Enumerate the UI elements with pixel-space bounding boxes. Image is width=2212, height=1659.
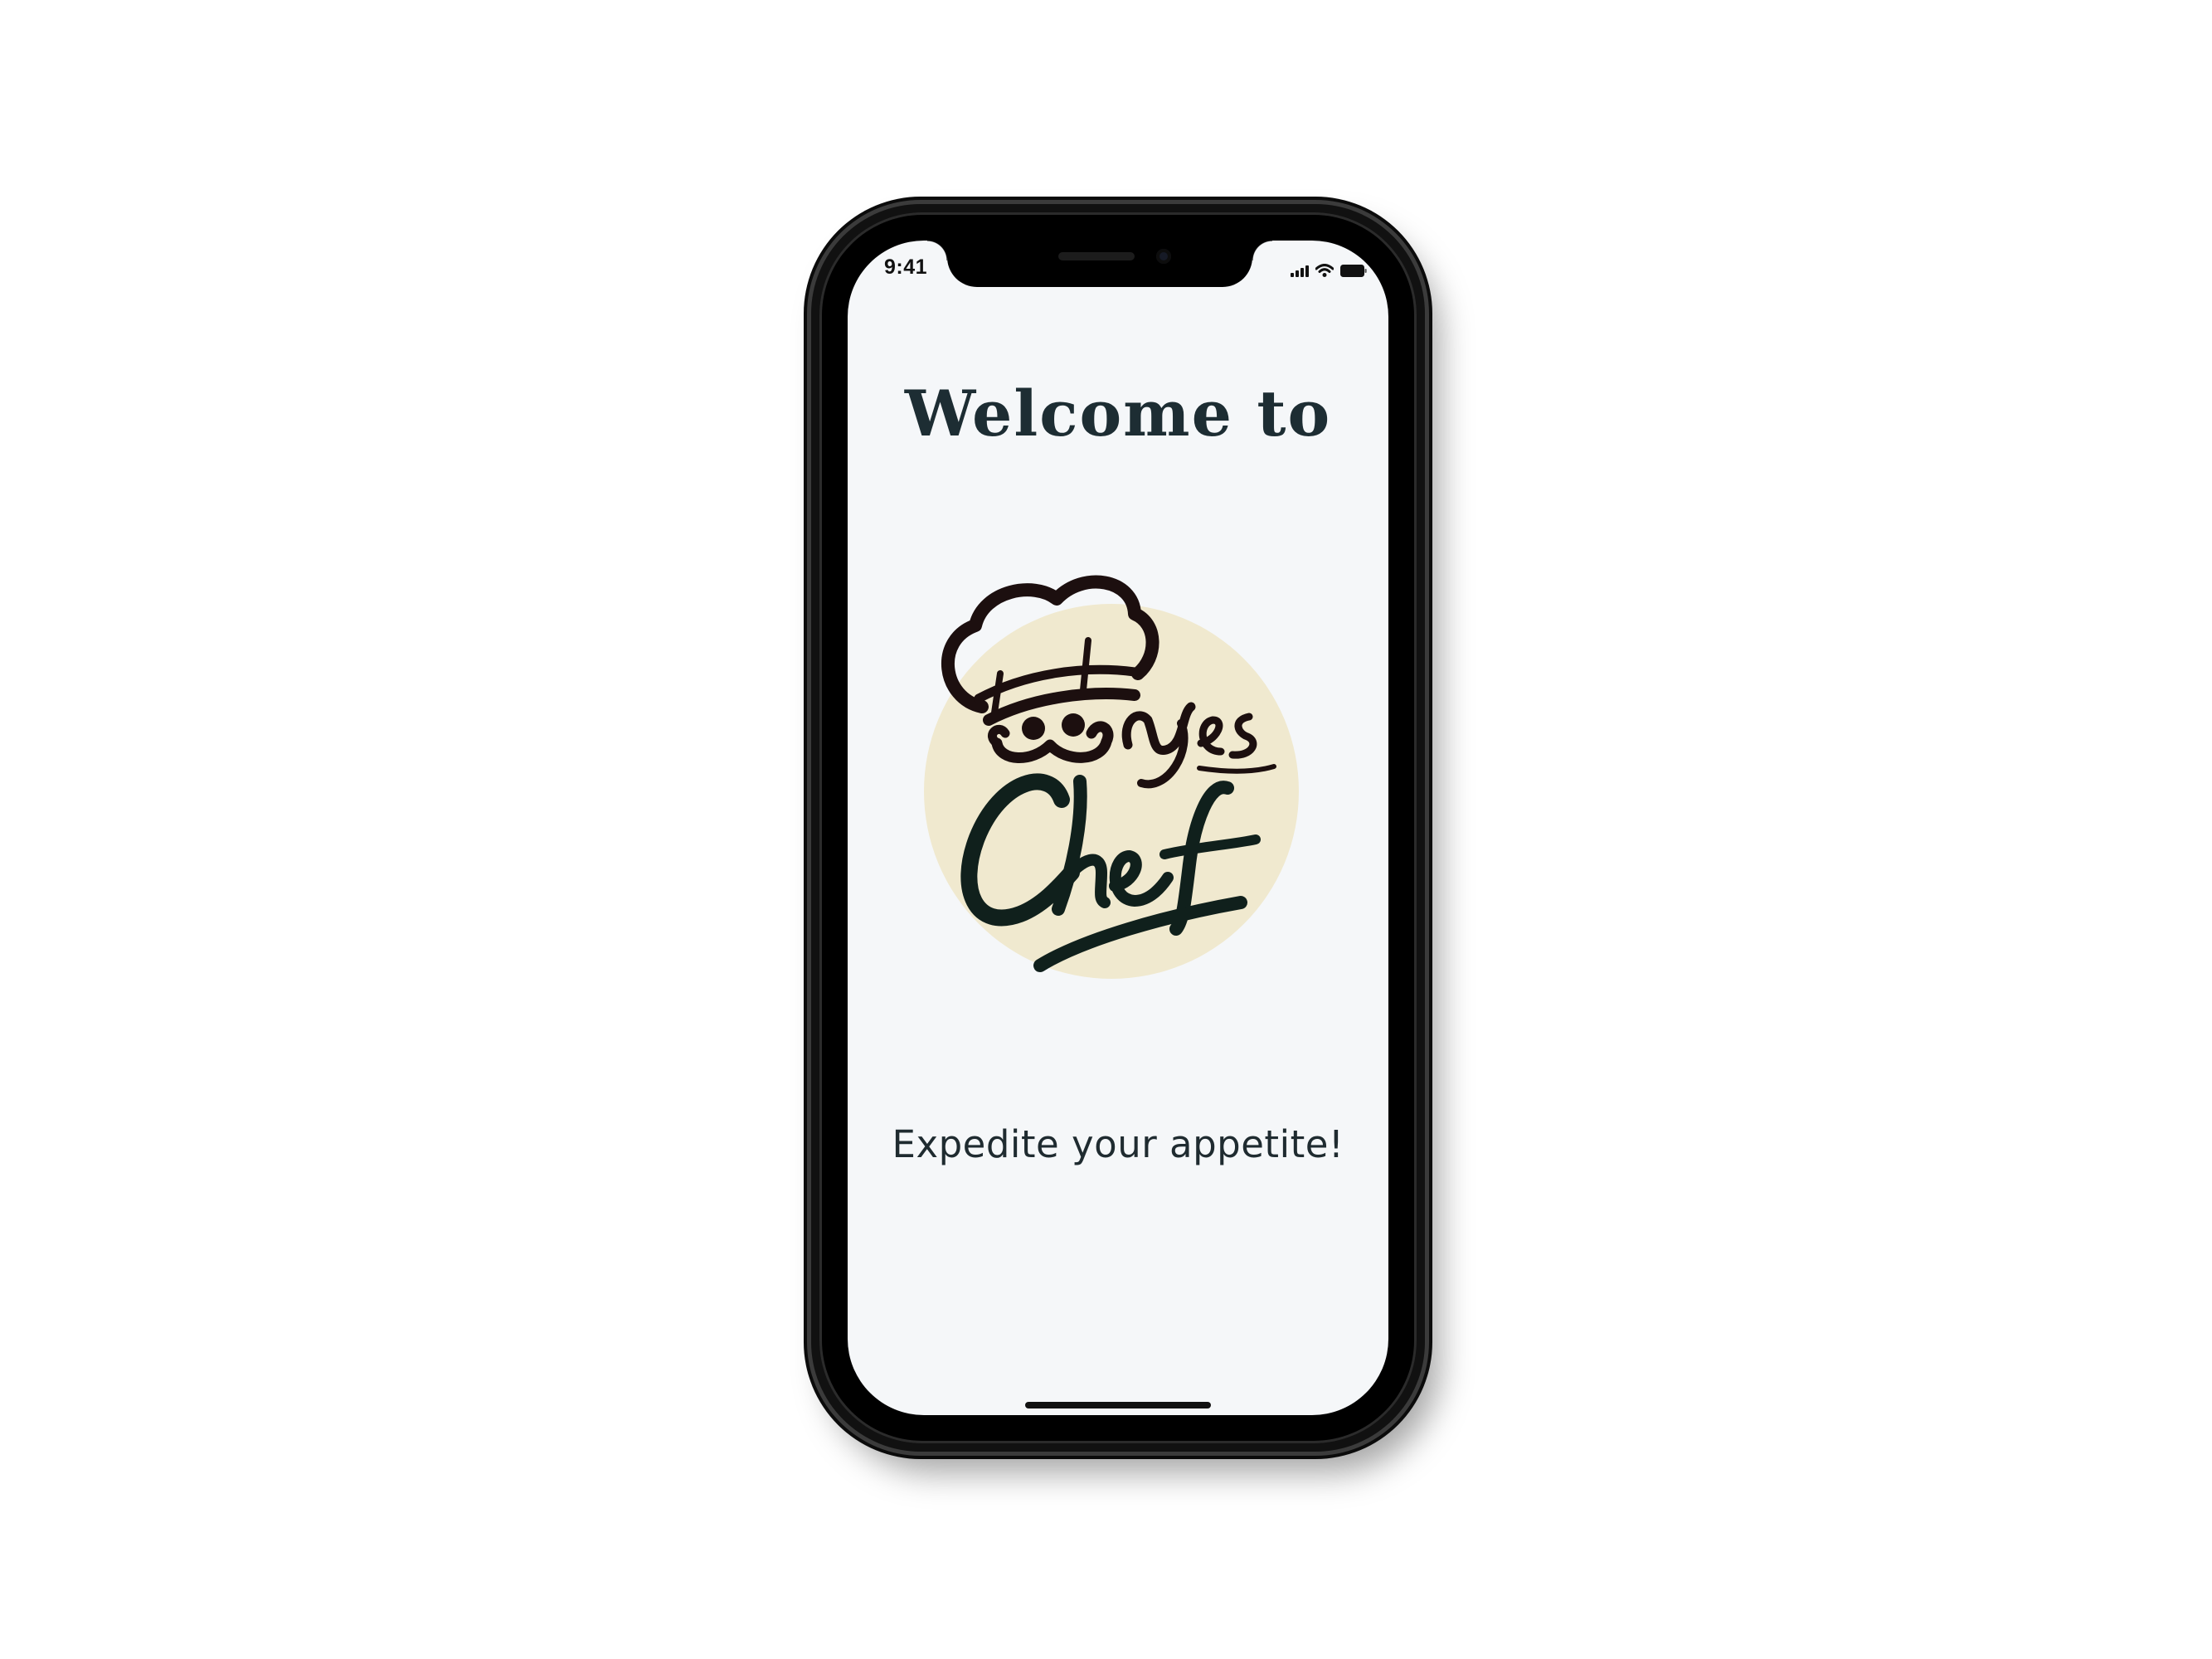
chef-hat-mustache-icon bbox=[924, 575, 1299, 979]
yes-chef-logo bbox=[917, 574, 1315, 1005]
app-screen: 9:41 Welcome to Expedite your appetite! bbox=[848, 241, 1388, 1415]
tagline-text: Expedite your appetite! bbox=[892, 1122, 1344, 1166]
front-camera bbox=[1156, 249, 1171, 264]
status-time: 9:41 bbox=[884, 255, 928, 279]
battery-icon bbox=[1340, 265, 1367, 277]
cellular-signal-icon bbox=[1291, 264, 1309, 277]
wifi-icon bbox=[1315, 264, 1334, 277]
notch bbox=[927, 241, 1272, 287]
phone-frame: 9:41 Welcome to Expedite your appetite! bbox=[811, 204, 1425, 1452]
mockup-stage: 9:41 Welcome to Expedite your appetite! bbox=[0, 0, 2212, 1659]
welcome-heading: Welcome to bbox=[904, 377, 1332, 450]
status-icons bbox=[1291, 259, 1367, 277]
home-indicator[interactable] bbox=[1025, 1402, 1211, 1408]
earpiece-speaker bbox=[1058, 252, 1135, 260]
